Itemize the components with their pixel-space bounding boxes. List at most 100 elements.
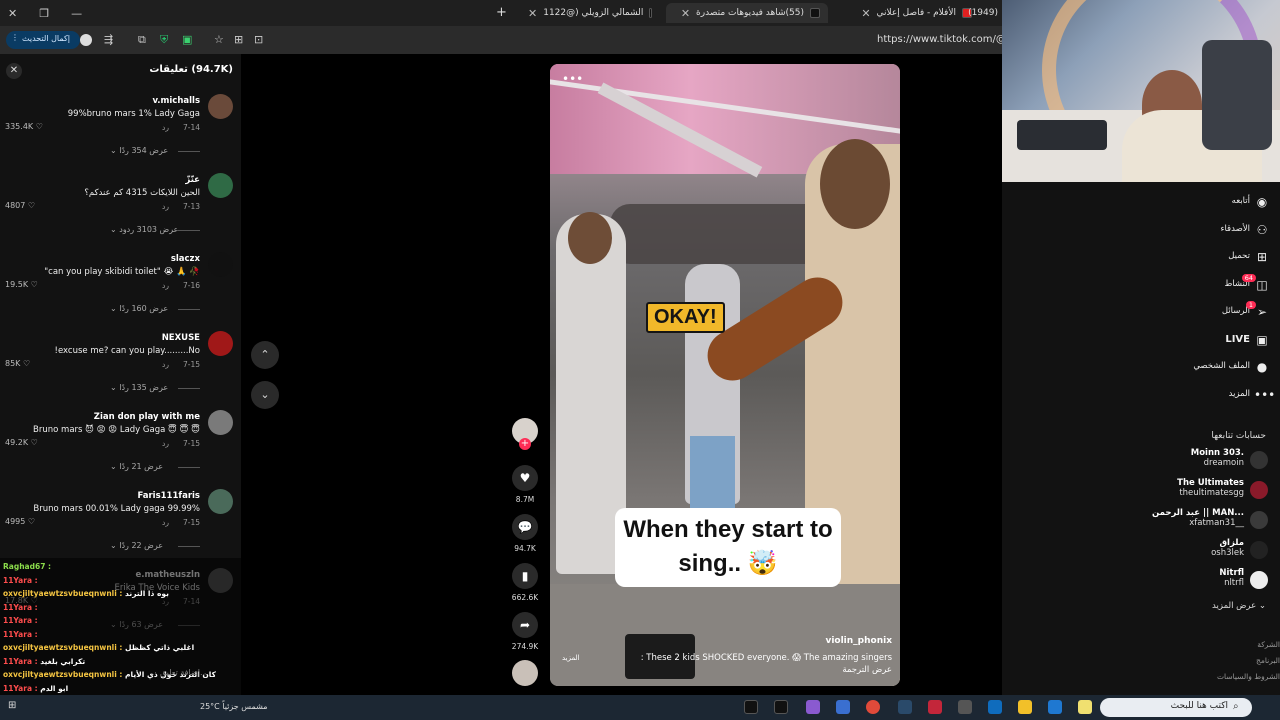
like-count: 8.7M xyxy=(515,495,535,504)
restore-window-icon[interactable]: ❐ xyxy=(39,7,49,20)
music-disc-button[interactable] xyxy=(511,660,539,686)
translate-icon[interactable]: ⊞ xyxy=(234,33,243,46)
account-name: The Ultimates xyxy=(1177,478,1244,488)
terminal-icon[interactable] xyxy=(744,700,758,714)
app-blue-icon[interactable] xyxy=(836,700,850,714)
shield-extension-icon[interactable]: ⛨ xyxy=(160,33,168,47)
see-more-button[interactable]: عرض المزيد ⌄ xyxy=(1212,601,1266,611)
new-tab-button[interactable]: + xyxy=(496,5,507,20)
commenter-avatar[interactable] xyxy=(208,94,233,119)
windows-start-icon[interactable]: ⊞ xyxy=(8,700,22,714)
taskbar-search[interactable]: اكتب هنا للبحث xyxy=(1100,698,1252,717)
save-button[interactable]: ▮ 662.6K xyxy=(511,563,539,602)
follow-plus-icon[interactable]: + xyxy=(519,438,531,450)
notification-badge: 1 xyxy=(1245,301,1256,309)
commenter-avatar[interactable] xyxy=(208,173,233,198)
account-info: ملزاق osh3lek xyxy=(1211,538,1244,558)
commenter-avatar[interactable] xyxy=(208,331,233,356)
commenter-avatar[interactable] xyxy=(208,410,233,435)
comment-like-button[interactable]: 335.4K ♡ xyxy=(5,122,43,131)
commenter-name[interactable]: عنّزّ xyxy=(185,175,200,185)
creator-avatar-button[interactable]: + xyxy=(511,418,539,450)
comment-text: الحين اللايكات 4315 كم عندكم؟ xyxy=(84,188,200,198)
file-explorer-icon[interactable] xyxy=(1018,700,1032,714)
heart-outline-icon: ♡ xyxy=(35,122,43,131)
bookmark-star-icon[interactable]: ☆ xyxy=(214,33,224,46)
view-replies-button[interactable]: ⌄ عرض 135 ردًا xyxy=(110,383,168,392)
reply-button[interactable]: رد xyxy=(162,518,169,527)
reply-button[interactable]: رد xyxy=(162,281,169,290)
commenter-name[interactable]: Zian don play with me xyxy=(94,412,200,422)
add-comment-input[interactable]: إضافة تعليق... xyxy=(160,668,208,677)
upload-icon: ⊞ xyxy=(1256,250,1268,264)
view-replies-button[interactable]: ⌄ عرض 354 ردًا xyxy=(110,146,168,155)
close-tab-icon[interactable]: ✕ xyxy=(528,7,537,20)
tiktok-tab-icon xyxy=(810,8,820,18)
comment-like-count: 4995 xyxy=(5,517,26,526)
extensions-icon[interactable]: ⧉ xyxy=(138,33,146,47)
close-comments-icon[interactable]: ✕ xyxy=(6,63,22,79)
copilot-icon[interactable] xyxy=(1078,700,1092,714)
close-window-icon[interactable]: ✕ xyxy=(8,7,17,20)
comment-like-button[interactable]: 4807 ♡ xyxy=(5,201,35,210)
next-video-button[interactable]: ⌄ xyxy=(251,381,279,409)
obs-icon[interactable] xyxy=(774,700,788,714)
comment-like-button[interactable]: 19.5K ♡ xyxy=(5,280,38,289)
app-purple-icon[interactable] xyxy=(806,700,820,714)
reply-button[interactable]: رد xyxy=(162,202,169,211)
reply-button[interactable]: رد xyxy=(162,360,169,369)
weather-widget[interactable]: 25°C مشمس جزئياً xyxy=(200,702,268,711)
profile-avatar-icon[interactable] xyxy=(80,34,92,46)
commenter-avatar[interactable] xyxy=(208,252,233,277)
close-tab-icon[interactable]: ✕ xyxy=(861,7,870,20)
reply-button[interactable]: رد xyxy=(162,439,169,448)
reply-button[interactable]: رد xyxy=(162,123,169,132)
commenter-avatar[interactable] xyxy=(208,489,233,514)
chrome-icon[interactable] xyxy=(866,700,880,714)
footer-link[interactable]: الشروط والسياسات xyxy=(1217,672,1280,681)
see-translation[interactable]: عرض الترجمة xyxy=(842,665,892,675)
video-player[interactable]: ••• OKAY! When they start to sing.. 🤯 vi… xyxy=(550,64,900,686)
commenter-name[interactable]: slaczx xyxy=(171,254,200,264)
minimize-window-icon[interactable]: — xyxy=(71,7,82,20)
commenter-name[interactable]: NEXUSE xyxy=(162,333,200,343)
steam-icon[interactable] xyxy=(898,700,912,714)
previous-video-button[interactable]: ⌃ xyxy=(251,341,279,369)
view-replies-button[interactable]: ⌄ عرض 3103 ردود xyxy=(110,225,178,234)
browser-tab-3[interactable]: (55)شاهد فيديوهات متصدرة ✕ xyxy=(666,3,828,23)
chat-username: oxvcjiltyaewtzsvbueqnwnli : xyxy=(3,589,123,598)
view-replies-button[interactable]: ⌄ عرض 160 ردًا xyxy=(110,304,168,313)
settings-icon[interactable] xyxy=(958,700,972,714)
close-tab-icon[interactable]: ✕ xyxy=(681,7,690,20)
heart-outline-icon: ♡ xyxy=(27,201,36,210)
green-extension-icon[interactable]: ▣ xyxy=(182,33,192,46)
browser-tab-1[interactable]: (1949) xyxy=(966,3,1006,23)
comment-like-button[interactable]: 85K ♡ xyxy=(5,359,30,368)
more-button[interactable]: المزيد xyxy=(562,654,580,662)
divider xyxy=(178,546,200,547)
like-button[interactable]: ♥ 8.7M xyxy=(511,465,539,504)
commenter-name[interactable]: Faris111faris xyxy=(137,491,200,501)
chat-message: oxvcjiltyaewtzsvbueqnwnli : اغلبي ذاتي ك… xyxy=(3,643,194,652)
view-replies-button[interactable]: ⌄ عرض 21 ردًا xyxy=(110,462,163,471)
app-red-icon[interactable] xyxy=(928,700,942,714)
outlook-icon[interactable] xyxy=(988,700,1002,714)
edge-icon[interactable] xyxy=(1048,700,1062,714)
comment-like-button[interactable]: 4995 ♡ xyxy=(5,517,35,526)
footer-link[interactable]: الشركة xyxy=(1257,640,1280,649)
comment-button[interactable]: 💬 94.7K xyxy=(511,514,539,553)
footer-link[interactable]: البرنامج xyxy=(1256,656,1280,665)
view-replies-button[interactable]: ⌄ عرض 22 ردًا xyxy=(110,541,163,550)
cast-icon[interactable]: ⊡ xyxy=(254,33,263,46)
browser-tab-4[interactable]: الشمالي الزويلي (@1122 ✕ xyxy=(520,3,660,23)
view-replies-label: عرض 3103 ردود xyxy=(119,225,179,234)
sidebar-toggle-icon[interactable]: ⇶ xyxy=(104,33,113,46)
browser-tab-2[interactable]: الأفلام - فاصل إعلاني ✕ xyxy=(832,3,980,23)
comment-like-button[interactable]: 49.2K ♡ xyxy=(5,438,38,447)
commenter-name[interactable]: v.michalls xyxy=(152,96,200,106)
video-menu-icon[interactable]: ••• xyxy=(562,72,583,86)
chevron-down-icon: ⌄ xyxy=(110,462,117,471)
update-button[interactable]: ⋮ إكمال التحديث xyxy=(6,31,80,49)
video-username[interactable]: violin_phonix xyxy=(825,636,892,646)
share-button[interactable]: ➦ 274.9K xyxy=(511,612,539,651)
